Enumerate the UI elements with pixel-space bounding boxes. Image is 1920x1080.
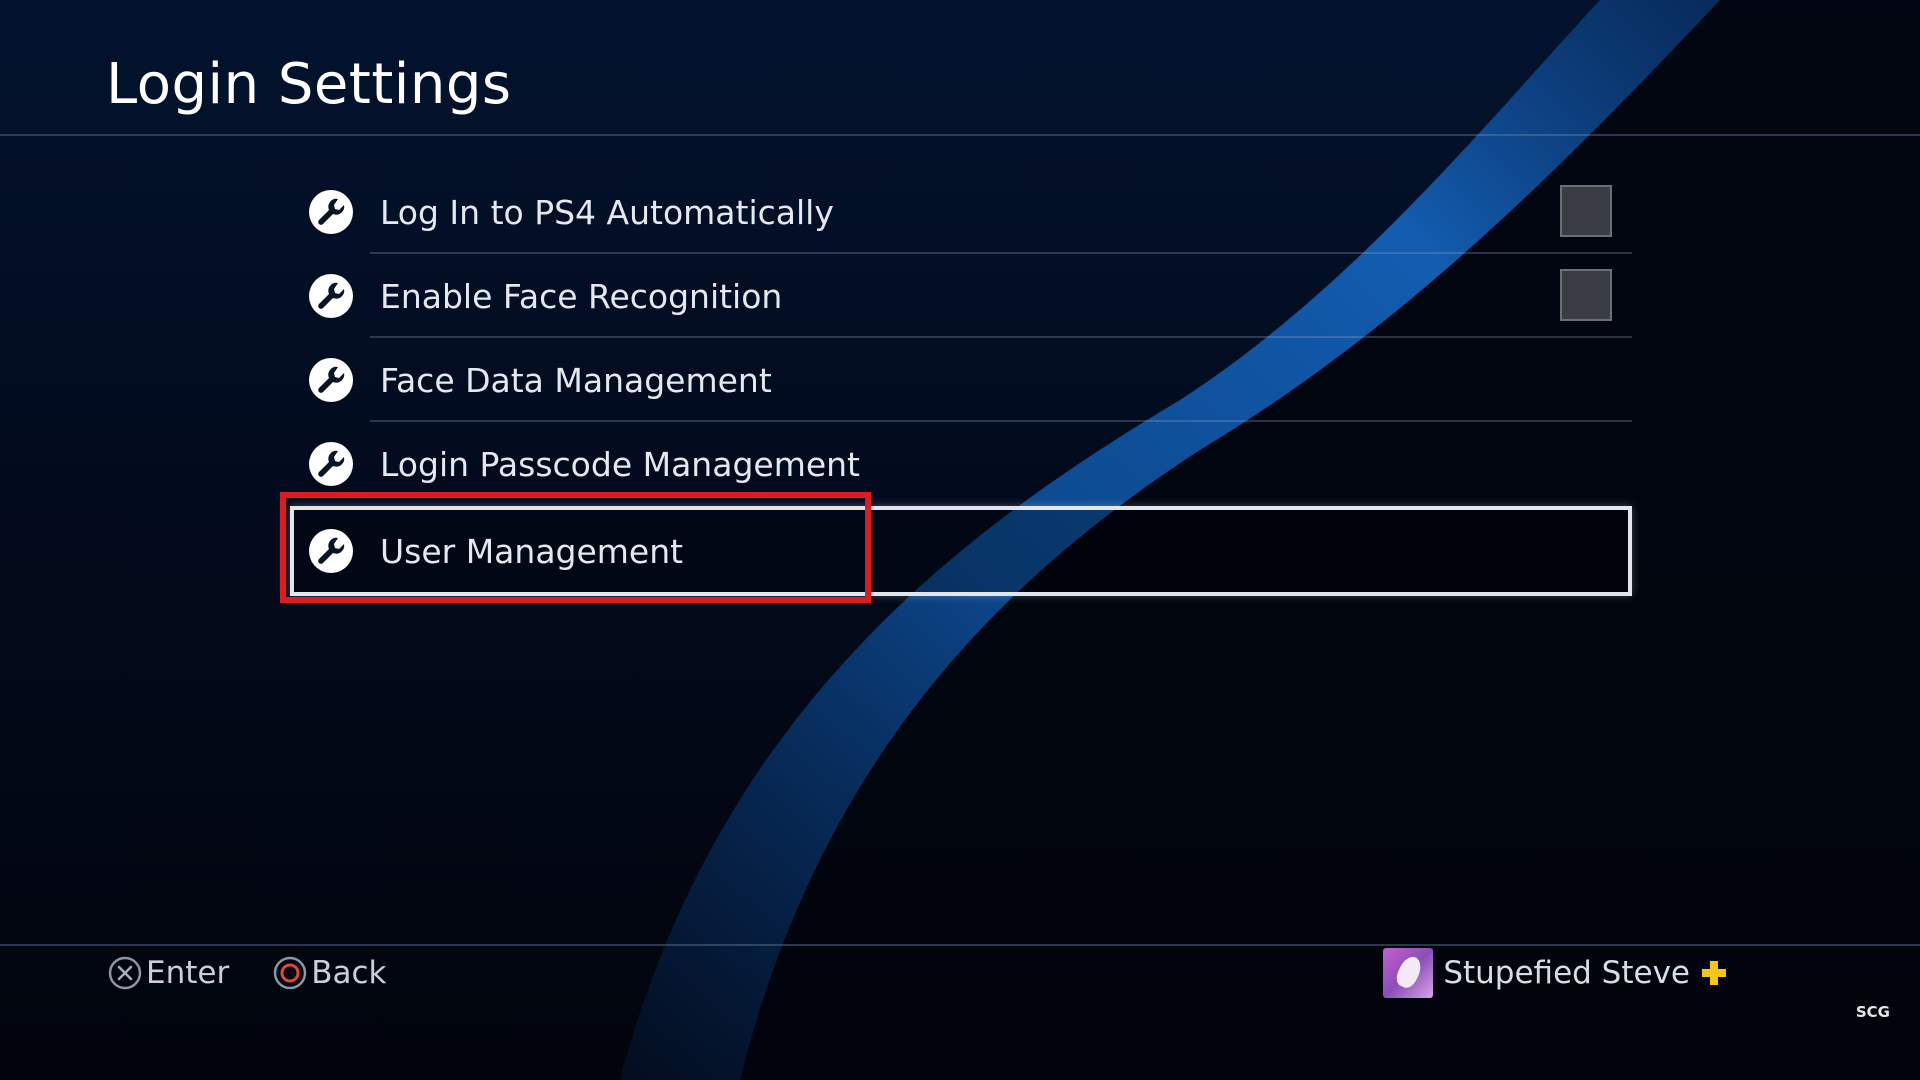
- menu-item-face-data[interactable]: Face Data Management: [290, 338, 1632, 422]
- ps4-settings-screen: Login Settings Log In to PS4 Automatical…: [0, 0, 1920, 1080]
- enter-hint: Enter: [108, 955, 229, 991]
- menu-item-auto-login[interactable]: Log In to PS4 Automatically: [290, 170, 1632, 254]
- watermark: SCG: [1855, 1003, 1890, 1021]
- cross-button-icon: [108, 956, 142, 990]
- wrench-icon: [309, 442, 353, 486]
- wrench-icon: [309, 190, 353, 234]
- wrench-icon: [309, 358, 353, 402]
- enter-label: Enter: [146, 955, 230, 991]
- menu-item-label: Face Data Management: [380, 360, 772, 400]
- ps-plus-icon: [1702, 961, 1726, 985]
- back-label: Back: [311, 955, 387, 991]
- footer-divider: [0, 944, 1920, 946]
- avatar: [1383, 948, 1434, 998]
- user-name: Stupefied Steve: [1443, 955, 1690, 991]
- menu-item-label: Log In to PS4 Automatically: [380, 192, 834, 232]
- auto-login-checkbox[interactable]: [1560, 185, 1612, 237]
- header-divider: [0, 134, 1920, 136]
- circle-button-icon: [273, 956, 307, 990]
- annotation-highlight-box: [280, 492, 871, 603]
- user-badge: Stupefied Steve: [1383, 948, 1728, 998]
- menu-item-face-recognition[interactable]: Enable Face Recognition: [290, 254, 1632, 338]
- button-hints: Enter Back: [108, 955, 430, 991]
- menu-item-label: Enable Face Recognition: [380, 276, 783, 316]
- menu-item-label: Login Passcode Management: [380, 444, 860, 484]
- back-hint: Back: [273, 955, 386, 991]
- page-title: Login Settings: [106, 52, 512, 117]
- face-recognition-checkbox[interactable]: [1560, 269, 1612, 321]
- wrench-icon: [309, 274, 353, 318]
